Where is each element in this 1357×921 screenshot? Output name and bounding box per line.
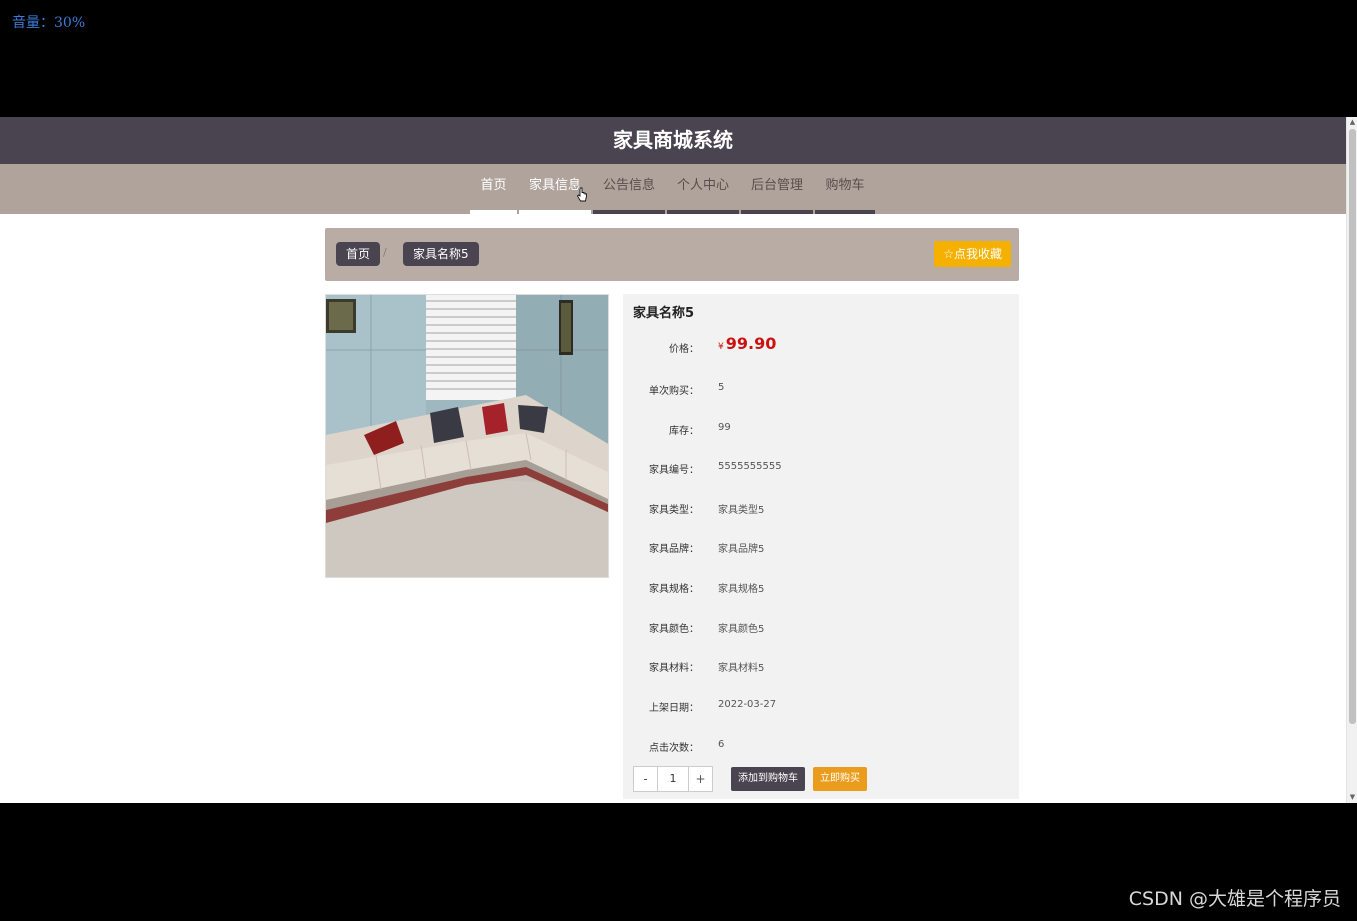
browser-viewport: 家具商城系统 首页 家具信息 公告信息 个人中心 后台管理 购物车 首页 / 家… (0, 117, 1357, 803)
main-nav: 首页 家具信息 公告信息 个人中心 后台管理 购物车 (0, 164, 1346, 214)
field-value: 家具材料5 (718, 663, 765, 674)
field-row: 家具规格： 家具规格5 (623, 576, 1019, 596)
product-image (325, 294, 609, 578)
field-row: 家具类型： 家具类型5 (623, 497, 1019, 517)
field-label: 家具品牌： (649, 544, 699, 555)
field-row: 家具编号： 5555555555 (623, 457, 1019, 477)
nav-item-label: 家具信息 (528, 178, 581, 193)
breadcrumb-current[interactable]: 家具名称5 (403, 242, 479, 266)
scroll-down-icon[interactable]: ▼ (1347, 792, 1357, 803)
quantity-stepper: - 1 + (633, 766, 713, 792)
page-scrollbar[interactable]: ▲ ▼ (1346, 117, 1357, 803)
field-value: 家具规格5 (718, 584, 765, 595)
field-label: 单次购买： (649, 386, 699, 397)
nav-item-profile[interactable]: 个人中心 (667, 164, 739, 214)
field-value: 5555555555 (718, 461, 782, 472)
field-row: 家具颜色： 家具颜色5 (623, 616, 1019, 636)
field-value: 家具颜色5 (718, 624, 765, 635)
product-name: 家具名称5 (633, 306, 695, 321)
nav-item-admin[interactable]: 后台管理 (741, 164, 813, 214)
volume-indicator: 音量：30% (12, 15, 86, 31)
field-label: 库存： (669, 426, 699, 437)
field-value: 5 (718, 382, 725, 393)
field-value: 2022-03-27 (718, 699, 777, 710)
site-title: 家具商城系统 (613, 128, 733, 152)
nav-item-cart[interactable]: 购物车 (815, 164, 875, 214)
price-label: 价格： (669, 344, 699, 355)
field-value: 家具类型5 (718, 505, 765, 516)
product-details: 家具名称5 价格： ¥99.90 单次购买： 5 库存： 99 家具编号： 55… (623, 294, 1019, 799)
field-value: 6 (718, 739, 725, 750)
field-row: 家具材料： 家具材料5 (623, 655, 1019, 675)
field-label: 上架日期： (649, 703, 699, 714)
field-label: 家具编号： (649, 465, 699, 476)
sofa-image (326, 295, 608, 577)
field-label: 家具类型： (649, 505, 699, 516)
quantity-increase-button[interactable]: + (689, 767, 712, 791)
add-to-cart-button[interactable]: 添加到购物车 (731, 767, 805, 791)
price-amount: 99.90 (725, 334, 777, 353)
field-row: 单次购买： 5 (623, 378, 1019, 398)
nav-item-label: 首页 (480, 178, 507, 193)
watermark: CSDN @大雄是个程序员 (1128, 888, 1341, 910)
field-label: 家具颜色： (649, 624, 699, 635)
scroll-thumb[interactable] (1349, 129, 1356, 724)
breadcrumb: 首页 / 家具名称5 ☆点我收藏 (325, 228, 1019, 281)
field-row: 库存： 99 (623, 418, 1019, 438)
scroll-up-icon[interactable]: ▲ (1347, 117, 1357, 128)
field-value: 99 (718, 422, 731, 433)
purchase-actions: - 1 + 添加到购物车 立即购买 (633, 766, 867, 792)
price-value: ¥99.90 (718, 334, 776, 353)
field-row: 家具品牌： 家具品牌5 (623, 536, 1019, 556)
field-row: 点击次数： 6 (623, 735, 1019, 755)
buy-now-button[interactable]: 立即购买 (813, 767, 867, 791)
currency-symbol: ¥ (718, 342, 724, 352)
nav-item-label: 公告信息 (602, 178, 655, 193)
field-label: 家具规格： (649, 584, 699, 595)
quantity-input[interactable]: 1 (657, 767, 689, 791)
price-row: 价格： ¥99.90 (623, 334, 1019, 356)
breadcrumb-home[interactable]: 首页 (336, 242, 381, 266)
breadcrumb-separator: / (383, 246, 387, 259)
quantity-decrease-button[interactable]: - (634, 767, 657, 791)
pointer-cursor-icon (576, 187, 587, 202)
site-header: 家具商城系统 (0, 117, 1346, 164)
nav-item-label: 购物车 (825, 178, 865, 193)
field-value: 家具品牌5 (718, 544, 765, 555)
nav-item-label: 后台管理 (750, 178, 803, 193)
nav-item-home[interactable]: 首页 (470, 164, 517, 214)
favorite-button[interactable]: ☆点我收藏 (934, 241, 1011, 267)
nav-item-label: 个人中心 (676, 178, 729, 193)
nav-item-notices[interactable]: 公告信息 (593, 164, 665, 214)
field-label: 家具材料： (649, 663, 699, 674)
field-label: 点击次数： (649, 743, 699, 754)
field-row: 上架日期： 2022-03-27 (623, 695, 1019, 715)
